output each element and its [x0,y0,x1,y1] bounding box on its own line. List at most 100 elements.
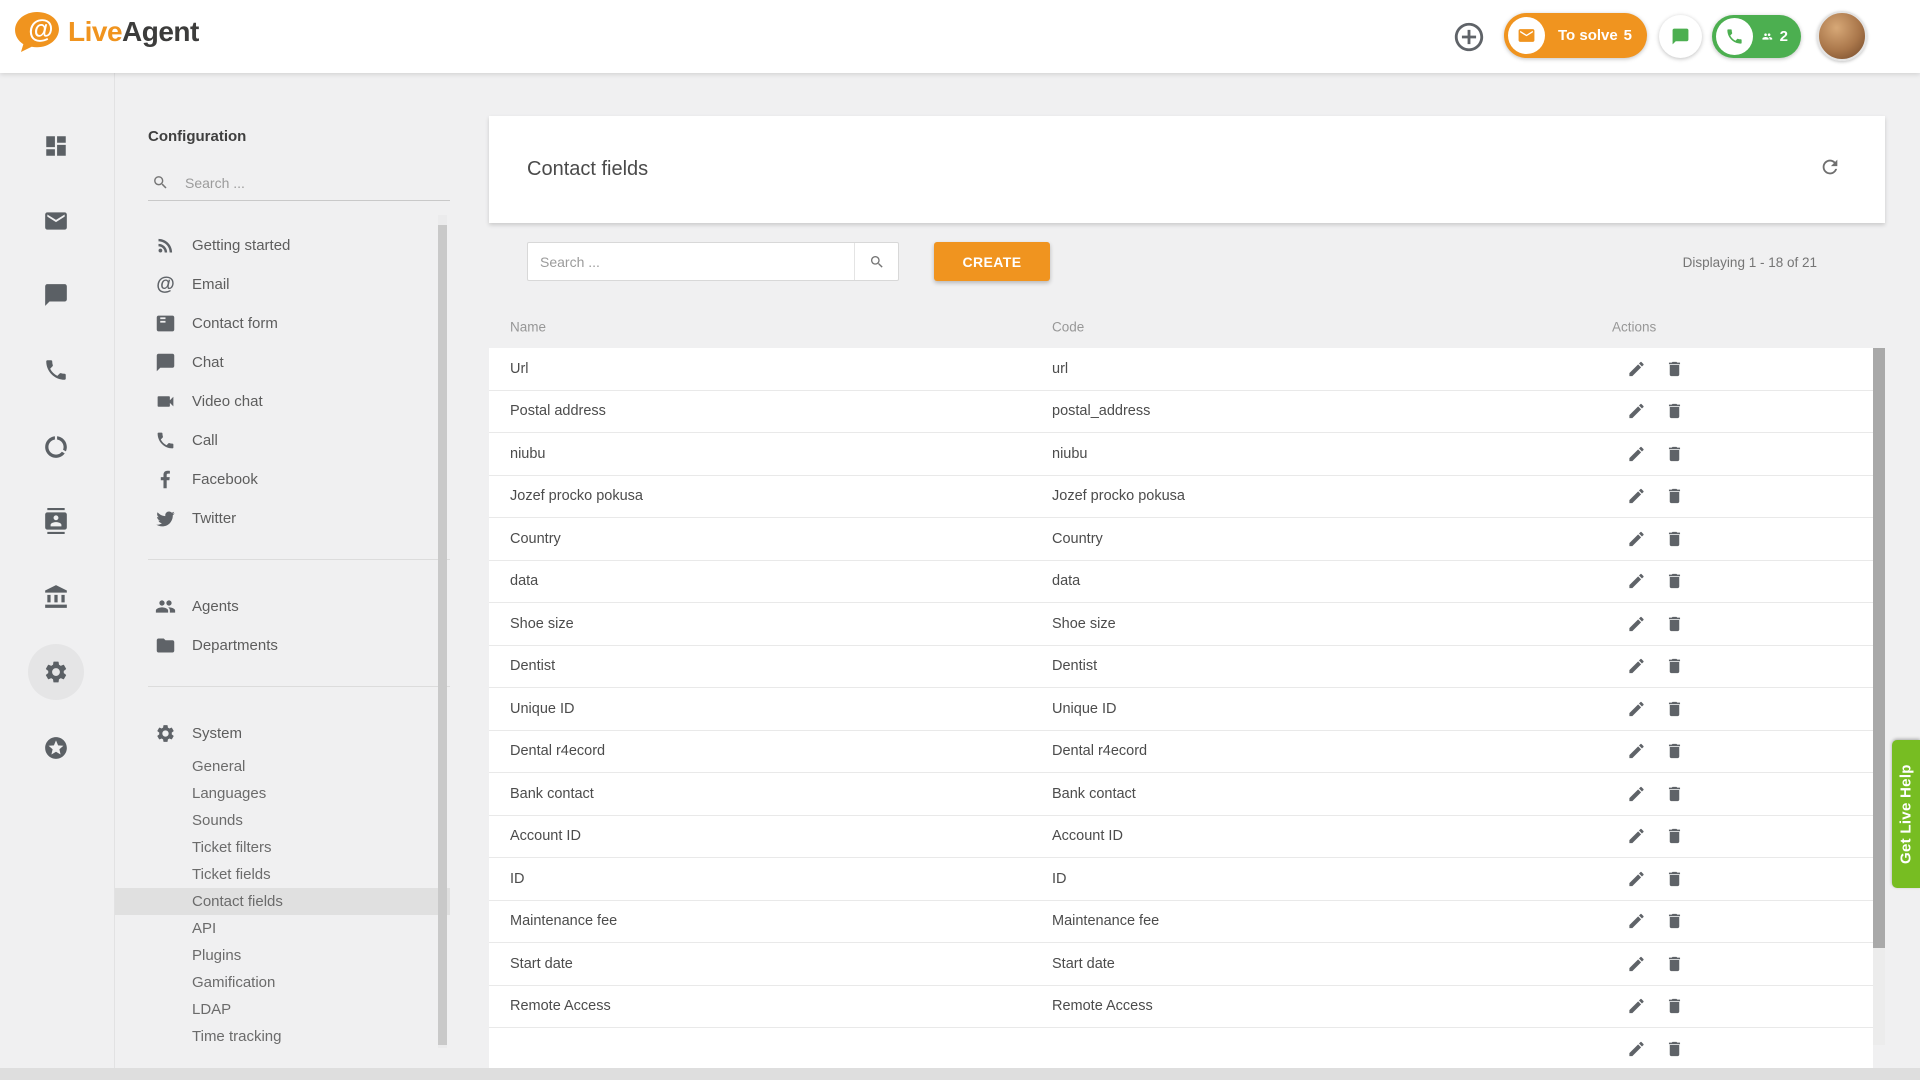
delete-icon[interactable] [1665,912,1684,931]
twitter-icon [155,508,176,529]
liveagent-logo: @ LiveAgent [14,11,199,53]
user-avatar[interactable] [1817,11,1867,61]
rail-item-dashboard[interactable] [43,133,69,159]
sidebar-item-agents[interactable]: Agents [115,587,450,626]
edit-icon[interactable] [1627,402,1646,421]
sidebar-item-label: Time tracking [192,1028,281,1045]
edit-icon[interactable] [1627,954,1646,973]
sidebar-item-languages[interactable]: Languages [115,780,450,807]
delete-icon[interactable] [1665,614,1684,633]
delete-icon[interactable] [1665,1039,1684,1058]
edit-icon[interactable] [1627,487,1646,506]
edit-icon[interactable] [1627,699,1646,718]
delete-icon[interactable] [1665,572,1684,591]
delete-icon[interactable] [1665,402,1684,421]
table-scrollbar-thumb[interactable] [1873,348,1885,948]
edit-icon[interactable] [1627,444,1646,463]
sidebar-item-call[interactable]: Call [115,421,450,460]
people-icon [1762,27,1773,46]
sidebar-item-system[interactable]: System [115,714,450,753]
edit-icon[interactable] [1627,572,1646,591]
configuration-menu: Getting started@EmailContact formChatVid… [115,215,450,1048]
table-row: Remote AccessRemote Access [489,986,1873,1029]
delete-icon[interactable] [1665,954,1684,973]
table-search-button[interactable] [854,243,898,280]
calls-button[interactable]: 2 [1712,15,1801,58]
sidebar-item-ticket-filters[interactable]: Ticket filters [115,834,450,861]
edit-icon[interactable] [1627,529,1646,548]
rail-item-settings[interactable] [43,659,69,685]
rail-item-email[interactable] [43,208,69,234]
get-live-help-button[interactable]: Get Live Help [1892,740,1920,888]
sidebar-item-contact-form[interactable]: Contact form [115,304,450,343]
sidebar-item-sounds[interactable]: Sounds [115,807,450,834]
cell-code: Dentist [1052,658,1097,674]
edit-icon[interactable] [1627,359,1646,378]
delete-icon[interactable] [1665,997,1684,1016]
edit-icon[interactable] [1627,784,1646,803]
cell-actions [1627,444,1684,463]
delete-icon[interactable] [1665,742,1684,761]
rail-item-contacts[interactable] [43,508,69,534]
edit-icon[interactable] [1627,614,1646,633]
delete-icon[interactable] [1665,869,1684,888]
edit-icon[interactable] [1627,742,1646,761]
sidebar-item-email[interactable]: @Email [115,265,450,304]
sidebar-item-api[interactable]: API [115,915,450,942]
chats-button[interactable] [1659,15,1702,58]
sidebar-item-getting-started[interactable]: Getting started [115,226,450,265]
sidebar-item-facebook[interactable]: Facebook [115,460,450,499]
create-button[interactable]: CREATE [934,242,1050,281]
rail-item-bank[interactable] [43,584,69,610]
sidebar-item-departments[interactable]: Departments [115,626,450,665]
sidebar-search-input[interactable] [185,175,425,191]
sidebar-item-plugins[interactable]: Plugins [115,942,450,969]
chat-icon [43,282,69,308]
horizontal-scrollbar[interactable] [0,1068,1920,1080]
table-row: DentistDentist [489,646,1873,689]
cell-code: niubu [1052,446,1087,462]
delete-icon[interactable] [1665,444,1684,463]
delete-icon[interactable] [1665,359,1684,378]
sidebar-item-twitter[interactable]: Twitter [115,499,450,538]
sidebar-item-label: System [192,725,242,742]
cell-actions [1627,742,1684,761]
edit-icon[interactable] [1627,827,1646,846]
sidebar-item-video-chat[interactable]: Video chat [115,382,450,421]
delete-icon[interactable] [1665,699,1684,718]
rail-item-stars[interactable] [43,735,69,761]
sidebar-item-gamification[interactable]: Gamification [115,969,450,996]
sidebar-scrollbar-thumb[interactable] [438,225,447,1045]
edit-icon[interactable] [1627,997,1646,1016]
sidebar-item-general[interactable]: General [115,753,450,780]
table-search [527,242,899,281]
sidebar-item-ticket-fields[interactable]: Ticket fields [115,861,450,888]
delete-icon[interactable] [1665,529,1684,548]
sidebar-item-contact-fields[interactable]: Contact fields [115,888,450,915]
sidebar-item-label: Plugins [192,947,241,964]
delete-icon[interactable] [1665,487,1684,506]
table-row: datadata [489,561,1873,604]
rail-item-call[interactable] [43,357,69,383]
sidebar-item-chat[interactable]: Chat [115,343,450,382]
sidebar-item-ldap[interactable]: LDAP [115,996,450,1023]
edit-icon[interactable] [1627,869,1646,888]
delete-icon[interactable] [1665,657,1684,676]
table-search-input[interactable] [528,243,854,280]
sidebar-item-time-tracking[interactable]: Time tracking [115,1023,450,1048]
cell-name: Dental r4ecord [510,743,605,759]
to-solve-button[interactable]: To solve 5 [1504,13,1647,58]
delete-icon[interactable] [1665,827,1684,846]
delete-icon[interactable] [1665,784,1684,803]
cell-name: niubu [510,446,545,462]
table-header: Name Code Actions [489,305,1873,348]
rail-item-chat[interactable] [43,282,69,308]
edit-icon[interactable] [1627,657,1646,676]
add-button[interactable] [1452,20,1486,54]
videocam-icon [155,391,176,412]
edit-icon[interactable] [1627,1039,1646,1058]
refresh-button[interactable] [1819,156,1843,180]
facebook-icon [155,469,176,490]
rail-item-data-usage[interactable] [43,434,69,460]
edit-icon[interactable] [1627,912,1646,931]
